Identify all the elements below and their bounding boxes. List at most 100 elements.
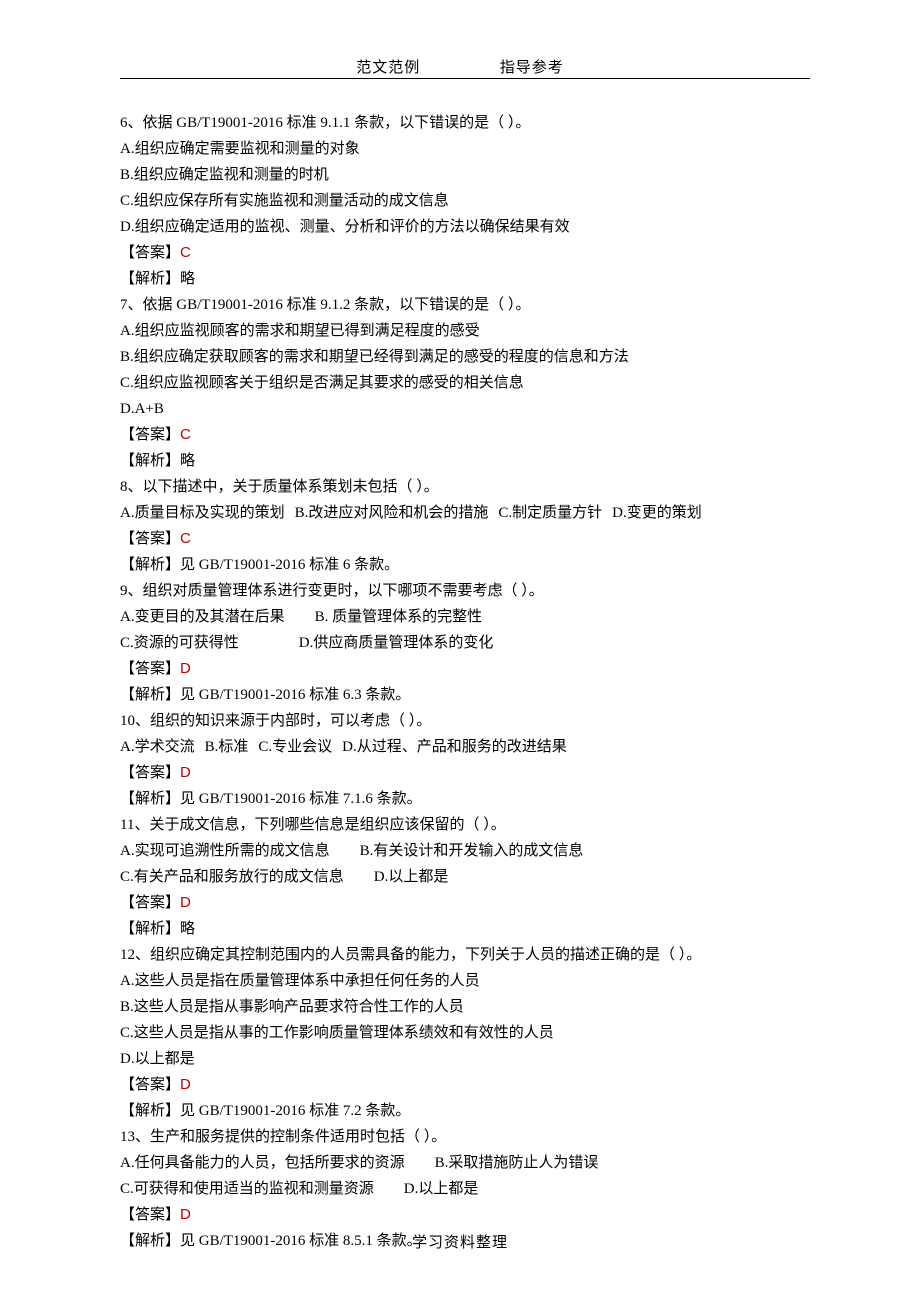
document-page: 范文范例 指导参考 6、依据 GB/T19001-2016 标准 9.1.1 条… — [0, 0, 920, 1302]
question-block: 7、依据 GB/T19001-2016 标准 9.1.2 条款，以下错误的是（ … — [120, 292, 810, 474]
question-option: D.以上都是 — [374, 869, 449, 885]
answer-label: 【答案】 — [120, 427, 180, 443]
question-stem: 12、组织应确定其控制范围内的人员需具备的能力，下列关于人员的描述正确的是（ ）… — [120, 942, 810, 968]
question-option: C.组织应监视顾客关于组织是否满足其要求的感受的相关信息 — [120, 370, 810, 396]
answer-value: D — [180, 1206, 191, 1223]
question-option: C.制定质量方针 — [498, 505, 602, 521]
answer-line: 【答案】C — [120, 422, 810, 448]
question-option: D.组织应确定适用的监视、测量、分析和评价的方法以确保结果有效 — [120, 214, 810, 240]
header-rule — [120, 78, 810, 79]
answer-line: 【答案】C — [120, 526, 810, 552]
question-option: A.任何具备能力的人员，包括所要求的资源 — [120, 1155, 405, 1171]
answer-value: C — [180, 530, 191, 547]
explain-label: 【解析】 — [120, 557, 180, 573]
header-left: 范文范例 — [356, 60, 420, 76]
question-option: B.这些人员是指从事影响产品要求符合性工作的人员 — [120, 994, 810, 1020]
explain-label: 【解析】 — [120, 453, 180, 469]
explain-text: 见 GB/T19001-2016 标准 7.2 条款。 — [180, 1103, 410, 1119]
answer-line: 【答案】D — [120, 760, 810, 786]
explain-line: 【解析】略 — [120, 266, 810, 292]
question-option: B.有关设计和开发输入的成文信息 — [360, 843, 584, 859]
question-stem: 6、依据 GB/T19001-2016 标准 9.1.1 条款，以下错误的是（ … — [120, 110, 810, 136]
answer-value: D — [180, 764, 191, 781]
answer-line: 【答案】D — [120, 890, 810, 916]
question-option: D.A+B — [120, 396, 810, 422]
question-stem: 11、关于成文信息，下列哪些信息是组织应该保留的（ ）。 — [120, 812, 810, 838]
explain-text: 略 — [180, 921, 195, 937]
explain-label: 【解析】 — [120, 791, 180, 807]
question-block: 10、组织的知识来源于内部时，可以考虑（ ）。 A.学术交流 B.标准 C.专业会议 D… — [120, 708, 810, 812]
answer-line: 【答案】D — [120, 1202, 810, 1228]
question-option-row: C.可获得和使用适当的监视和测量资源 D.以上都是 — [120, 1176, 810, 1202]
question-option: D.变更的策划 — [612, 505, 702, 521]
question-option: D.以上都是 — [404, 1181, 479, 1197]
answer-value: C — [180, 426, 191, 443]
question-option-row: A.质量目标及实现的策划 B.改进应对风险和机会的措施 C.制定质量方针 D.变更的策… — [120, 500, 810, 526]
explain-line: 【解析】见 GB/T19001-2016 标准 7.2 条款。 — [120, 1098, 810, 1124]
question-option: B. 质量管理体系的完整性 — [315, 609, 483, 625]
question-stem: 7、依据 GB/T19001-2016 标准 9.1.2 条款，以下错误的是（ … — [120, 292, 810, 318]
question-option: C.可获得和使用适当的监视和测量资源 — [120, 1181, 374, 1197]
question-stem: 8、以下描述中，关于质量体系策划未包括（ ）。 — [120, 474, 810, 500]
page-footer: 学习资料整理 — [0, 1231, 920, 1252]
question-option: A.学术交流 — [120, 739, 195, 755]
question-option: D.从过程、产品和服务的改进结果 — [342, 739, 567, 755]
question-option: A.变更目的及其潜在后果 — [120, 609, 285, 625]
question-option: C.这些人员是指从事的工作影响质量管理体系绩效和有效性的人员 — [120, 1020, 810, 1046]
question-option-row: C.资源的可获得性 D.供应商质量管理体系的变化 — [120, 630, 810, 656]
explain-label: 【解析】 — [120, 687, 180, 703]
explain-line: 【解析】见 GB/T19001-2016 标准 6 条款。 — [120, 552, 810, 578]
header-right: 指导参考 — [500, 60, 564, 76]
question-block: 6、依据 GB/T19001-2016 标准 9.1.1 条款，以下错误的是（ … — [120, 110, 810, 292]
question-block: 11、关于成文信息，下列哪些信息是组织应该保留的（ ）。A.实现可追溯性所需的成… — [120, 812, 810, 942]
question-option: C.资源的可获得性 — [120, 635, 239, 651]
question-option: A.实现可追溯性所需的成文信息 — [120, 843, 330, 859]
question-option: C.有关产品和服务放行的成文信息 — [120, 869, 344, 885]
question-option-row: C.有关产品和服务放行的成文信息 D.以上都是 — [120, 864, 810, 890]
question-option: B.改进应对风险和机会的措施 — [295, 505, 489, 521]
explain-text: 见 GB/T19001-2016 标准 6.3 条款。 — [180, 687, 410, 703]
question-option: A.组织应监视顾客的需求和期望已得到满足程度的感受 — [120, 318, 810, 344]
question-option: C.专业会议 — [258, 739, 332, 755]
question-block: 8、以下描述中，关于质量体系策划未包括（ ）。 A.质量目标及实现的策划 B.改进应… — [120, 474, 810, 578]
question-block: 9、组织对质量管理体系进行变更时，以下哪项不需要考虑（ ）。A.变更目的及其潜在… — [120, 578, 810, 708]
question-option: B.组织应确定监视和测量的时机 — [120, 162, 810, 188]
answer-value: C — [180, 244, 191, 261]
question-option: C.组织应保存所有实施监视和测量活动的成文信息 — [120, 188, 810, 214]
answer-line: 【答案】D — [120, 1072, 810, 1098]
question-option-row: A.实现可追溯性所需的成文信息 B.有关设计和开发输入的成文信息 — [120, 838, 810, 864]
question-option: A.组织应确定需要监视和测量的对象 — [120, 136, 810, 162]
question-option: B.采取措施防止人为错误 — [435, 1155, 599, 1171]
answer-value: D — [180, 660, 191, 677]
question-option-row: A.变更目的及其潜在后果 B. 质量管理体系的完整性 — [120, 604, 810, 630]
explain-label: 【解析】 — [120, 921, 180, 937]
answer-value: D — [180, 1076, 191, 1093]
explain-label: 【解析】 — [120, 271, 180, 287]
explain-line: 【解析】略 — [120, 916, 810, 942]
answer-label: 【答案】 — [120, 1077, 180, 1093]
answer-value: D — [180, 894, 191, 911]
question-option: A.这些人员是指在质量管理体系中承担任何任务的人员 — [120, 968, 810, 994]
question-option: B.组织应确定获取顾客的需求和期望已经得到满足的感受的程度的信息和方法 — [120, 344, 810, 370]
explain-line: 【解析】见 GB/T19001-2016 标准 7.1.6 条款。 — [120, 786, 810, 812]
question-stem: 10、组织的知识来源于内部时，可以考虑（ ）。 — [120, 708, 810, 734]
question-list: 6、依据 GB/T19001-2016 标准 9.1.1 条款，以下错误的是（ … — [120, 110, 810, 1254]
explain-text: 略 — [180, 453, 195, 469]
explain-line: 【解析】略 — [120, 448, 810, 474]
question-stem: 13、生产和服务提供的控制条件适用时包括（ ）。 — [120, 1124, 810, 1150]
answer-line: 【答案】C — [120, 240, 810, 266]
question-option: A.质量目标及实现的策划 — [120, 505, 285, 521]
explain-line: 【解析】见 GB/T19001-2016 标准 6.3 条款。 — [120, 682, 810, 708]
question-option: B.标准 — [205, 739, 249, 755]
question-block: 12、组织应确定其控制范围内的人员需具备的能力，下列关于人员的描述正确的是（ ）… — [120, 942, 810, 1124]
answer-label: 【答案】 — [120, 765, 180, 781]
question-stem: 9、组织对质量管理体系进行变更时，以下哪项不需要考虑（ ）。 — [120, 578, 810, 604]
answer-label: 【答案】 — [120, 1207, 180, 1223]
explain-text: 见 GB/T19001-2016 标准 7.1.6 条款。 — [180, 791, 422, 807]
question-option-row: A.学术交流 B.标准 C.专业会议 D.从过程、产品和服务的改进结果 — [120, 734, 810, 760]
answer-label: 【答案】 — [120, 661, 180, 677]
question-option-row: A.任何具备能力的人员，包括所要求的资源 B.采取措施防止人为错误 — [120, 1150, 810, 1176]
answer-label: 【答案】 — [120, 245, 180, 261]
answer-label: 【答案】 — [120, 531, 180, 547]
question-option: D.供应商质量管理体系的变化 — [299, 635, 494, 651]
